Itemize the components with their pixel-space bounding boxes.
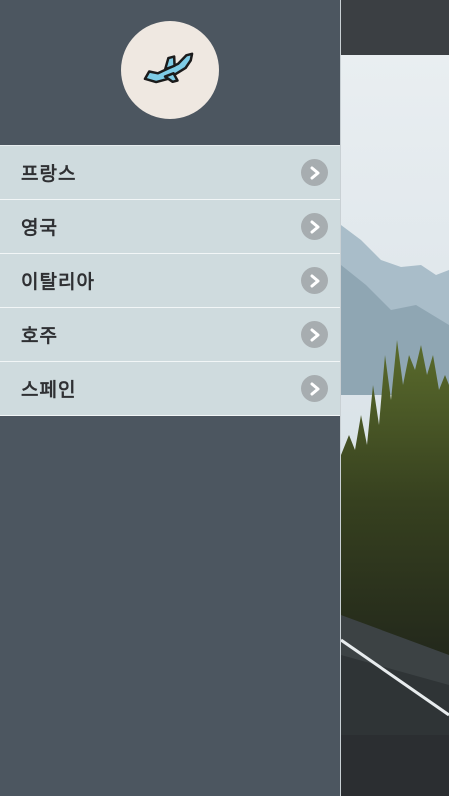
background-app-header (341, 0, 449, 55)
chevron-right-icon (301, 213, 328, 240)
menu-item-france[interactable]: 프랑스 (0, 146, 340, 200)
menu-item-label: 호주 (21, 325, 58, 347)
airplane-departure-icon (135, 48, 205, 92)
mountain-road-photo (341, 55, 449, 735)
chevron-right-icon (301, 375, 328, 402)
menu-item-italy[interactable]: 이탈리아 (0, 254, 340, 308)
navigation-drawer: 프랑스 영국 이탈리아 호주 스페인 (0, 0, 341, 796)
background-app-footer (341, 735, 449, 796)
menu-item-label: 프랑스 (21, 163, 77, 185)
menu-item-label: 스페인 (21, 379, 77, 401)
background-photo (341, 55, 449, 735)
menu-item-label: 영국 (21, 217, 58, 239)
country-menu: 프랑스 영국 이탈리아 호주 스페인 (0, 145, 340, 416)
menu-item-label: 이탈리아 (21, 271, 95, 293)
menu-item-spain[interactable]: 스페인 (0, 362, 340, 416)
app-logo (121, 21, 219, 119)
menu-item-australia[interactable]: 호주 (0, 308, 340, 362)
background-app (341, 0, 449, 796)
chevron-right-icon (301, 159, 328, 186)
menu-item-uk[interactable]: 영국 (0, 200, 340, 254)
chevron-right-icon (301, 267, 328, 294)
drawer-header (0, 0, 340, 145)
chevron-right-icon (301, 321, 328, 348)
